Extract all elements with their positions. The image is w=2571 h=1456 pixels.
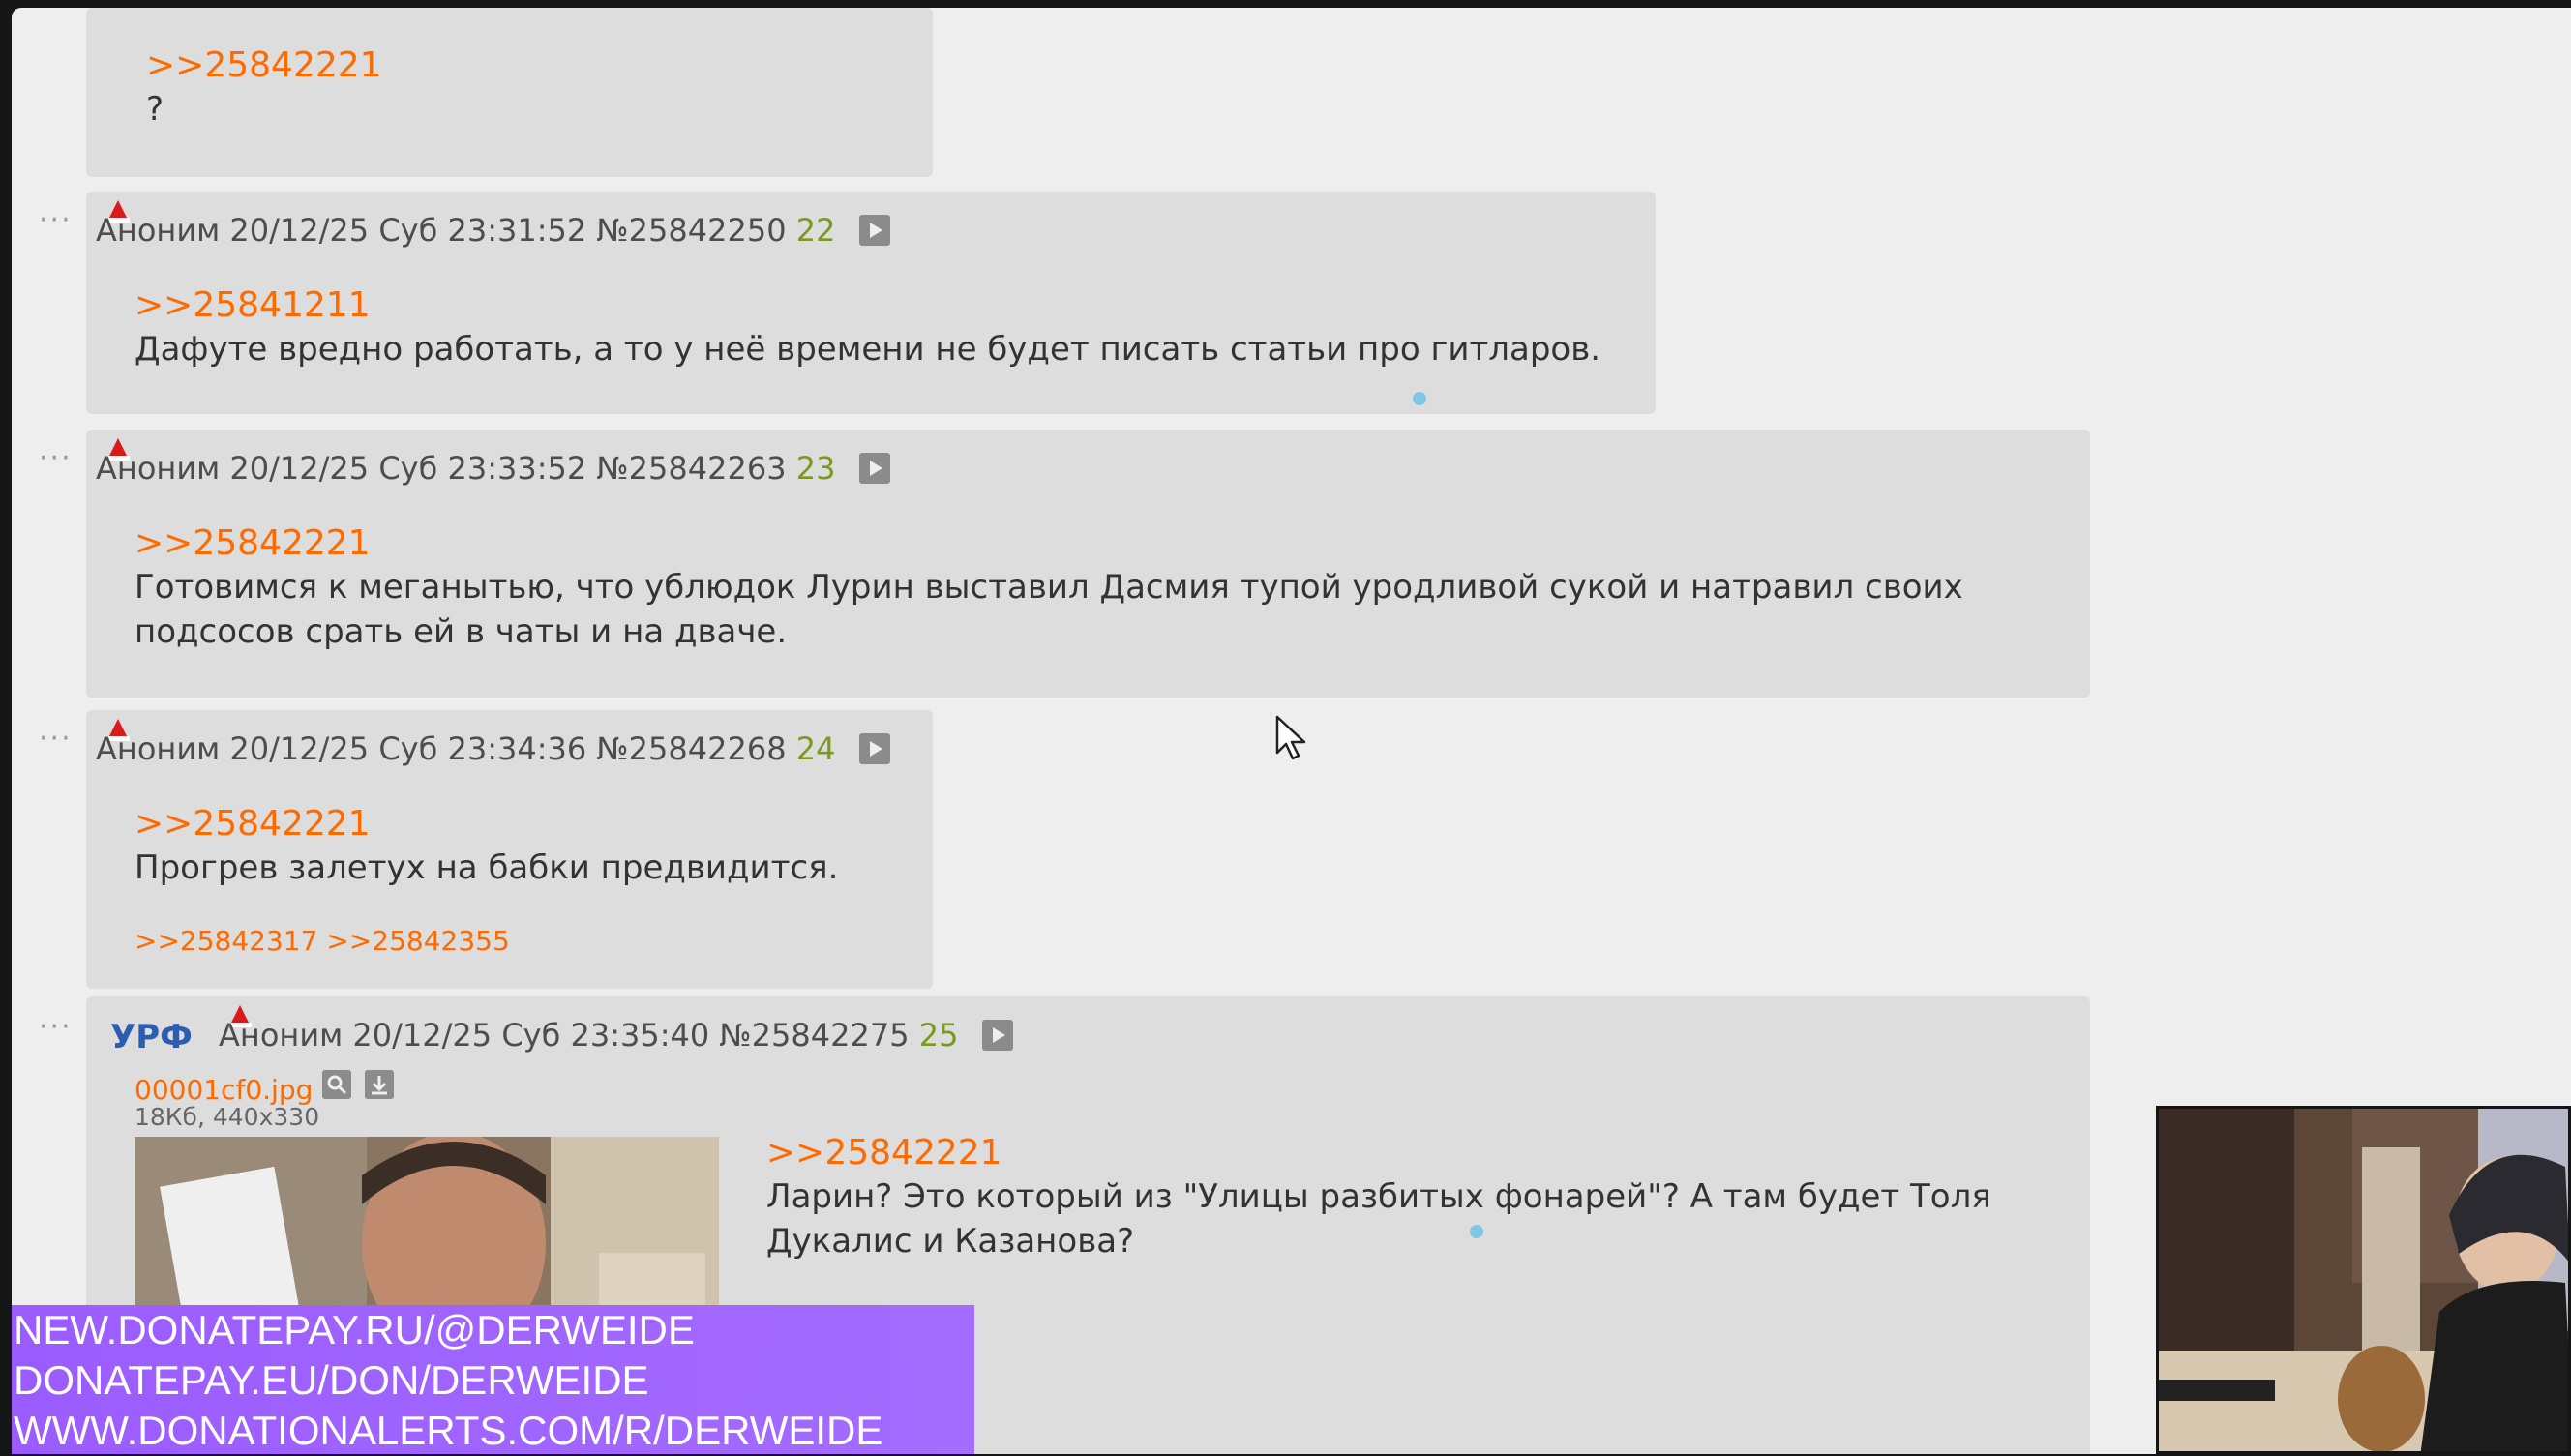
post-header: Аноним 20/12/25 Суб 23:34:36 №25842268 2… <box>96 729 890 768</box>
backlinks[interactable]: >>25842317 >>25842355 <box>135 925 510 957</box>
webcam-overlay <box>2156 1106 2571 1454</box>
post-header: Аноним 20/12/25 Суб 23:35:40 №25842275 2… <box>219 1016 1013 1055</box>
post-number[interactable]: №25842250 <box>596 212 786 249</box>
reply-link[interactable]: >>25842221 <box>135 522 371 565</box>
ellipsis-icon[interactable]: ··· <box>39 206 73 235</box>
post-number[interactable]: №25842263 <box>596 450 786 487</box>
play-icon[interactable] <box>858 733 890 764</box>
post-datetime: 20/12/25 Суб 23:33:52 <box>229 450 587 487</box>
post-header: Аноним 20/12/25 Суб 23:33:52 №25842263 2… <box>96 449 890 488</box>
post-author: Аноним <box>219 1017 344 1054</box>
post-datetime: 20/12/25 Суб 23:35:40 <box>352 1017 710 1054</box>
reply-link[interactable]: >>25841211 <box>135 284 371 327</box>
cursor-dot <box>1470 1225 1483 1238</box>
play-icon[interactable] <box>858 453 890 484</box>
post-text: Готовимся к меганытью, что ублюдок Лурин… <box>135 568 1963 651</box>
search-icon[interactable] <box>322 1070 351 1099</box>
play-icon[interactable] <box>858 215 890 246</box>
ellipsis-icon[interactable]: ··· <box>39 725 73 754</box>
cursor-icon <box>1275 715 1306 760</box>
post-text: Дафуте вредно работать, а то у неё време… <box>135 330 1601 369</box>
ellipsis-icon[interactable]: ··· <box>39 444 73 473</box>
cursor-dot <box>1413 392 1426 405</box>
ellipsis-icon[interactable]: ··· <box>39 1013 73 1042</box>
donate-line: DONATEPAY.EU/DON/DERWEIDE <box>14 1357 649 1403</box>
post-index: 24 <box>795 730 836 767</box>
donate-line: NEW.DONATEPAY.RU/@DERWEIDE <box>14 1307 695 1352</box>
post-text: Ларин? Это который из "Улицы разбитых фо… <box>766 1177 1991 1261</box>
download-icon[interactable] <box>365 1070 394 1099</box>
post-datetime: 20/12/25 Суб 23:34:36 <box>229 730 587 767</box>
post-datetime: 20/12/25 Суб 23:31:52 <box>229 212 587 249</box>
post-number[interactable]: №25842268 <box>596 730 786 767</box>
post-index: 23 <box>795 450 836 487</box>
reply-link[interactable]: >>25842221 <box>766 1132 1002 1174</box>
post-author: Аноним <box>96 212 221 249</box>
post-author: Аноним <box>96 450 221 487</box>
post-index: 22 <box>795 212 836 249</box>
post-text: Прогрев залетух на бабки предвидится. <box>135 848 839 887</box>
donation-overlay: NEW.DONATEPAY.RU/@DERWEIDE DONATEPAY.EU/… <box>12 1305 974 1454</box>
post: >>25842221 ? <box>86 8 933 177</box>
post: Аноним 20/12/25 Суб 23:31:52 №25842250 2… <box>86 192 1656 414</box>
post: Аноним 20/12/25 Суб 23:34:36 №25842268 2… <box>86 710 933 989</box>
reply-link[interactable]: >>25842221 <box>135 803 371 846</box>
post-header: Аноним 20/12/25 Суб 23:31:52 №25842250 2… <box>96 211 890 250</box>
play-icon[interactable] <box>981 1020 1013 1051</box>
post-text: ? <box>146 90 164 129</box>
post-author: Аноним <box>96 730 221 767</box>
post-flag: УРФ <box>110 1018 193 1056</box>
post: Аноним 20/12/25 Суб 23:33:52 №25842263 2… <box>86 430 2090 698</box>
post-number[interactable]: №25842275 <box>719 1017 909 1054</box>
attachment-filename[interactable]: 00001cf0.jpg <box>135 1074 313 1106</box>
post-index: 25 <box>918 1017 959 1054</box>
donate-line: WWW.DONATIONALERTS.COM/R/DERWEIDE <box>14 1408 883 1453</box>
reply-link[interactable]: >>25842221 <box>146 45 382 87</box>
attachment-meta: 18Кб, 440x330 <box>135 1103 320 1131</box>
